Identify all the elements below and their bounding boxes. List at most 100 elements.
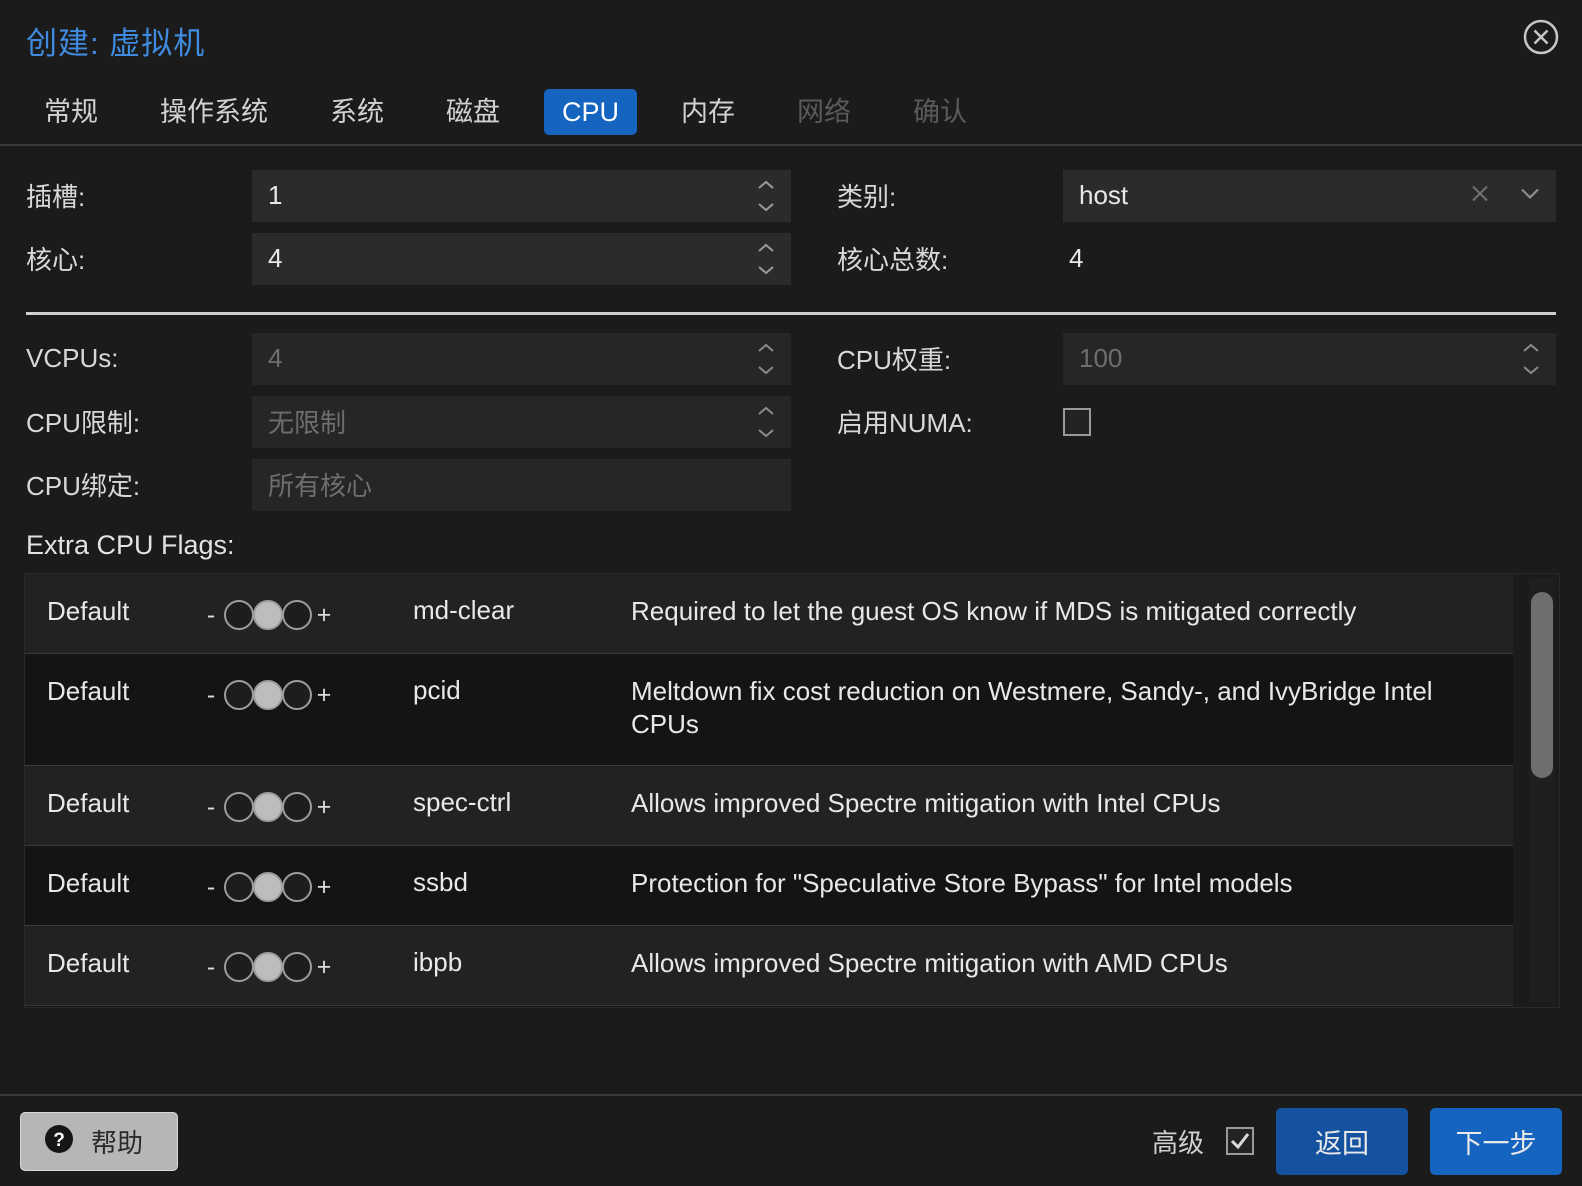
field-vcpus: VCPUs: 4: [26, 331, 791, 386]
cpu-settings-panel: 插槽: 1 类别: host 核心: 4 核心总数: 4 VCPUs: 4 CP…: [0, 146, 1582, 1094]
plus-button[interactable]: +: [316, 794, 332, 820]
cpu-weight-input[interactable]: 100: [1063, 332, 1556, 385]
cpu-affinity-input[interactable]: 所有核心: [252, 458, 791, 511]
plus-button[interactable]: +: [316, 954, 332, 980]
advanced-checkbox[interactable]: [1226, 1127, 1254, 1155]
tristate-on-dot[interactable]: [282, 600, 312, 630]
sockets-stepper[interactable]: [755, 179, 777, 213]
field-sockets: 插槽: 1: [26, 168, 791, 223]
flag-tristate-control[interactable]: - +: [203, 766, 413, 822]
table-row[interactable]: Default - + spec-ctrl Allows improved Sp…: [25, 766, 1513, 846]
close-icon[interactable]: [1468, 181, 1492, 210]
flag-name: spec-ctrl: [413, 787, 512, 817]
flag-default-label: Default: [47, 948, 130, 978]
extra-cpu-flags-label: Extra CPU Flags:: [26, 530, 235, 560]
field-total-cores: 核心总数: 4: [791, 231, 1556, 286]
help-button-label: 帮助: [91, 1127, 144, 1158]
flag-tristate-control[interactable]: - +: [203, 926, 413, 982]
plus-button[interactable]: +: [316, 602, 332, 628]
tab-memory[interactable]: 内存: [663, 89, 753, 135]
sockets-label: 插槽:: [26, 182, 86, 212]
plus-button[interactable]: +: [316, 874, 332, 900]
vcpus-input[interactable]: 4: [252, 332, 791, 385]
page-title: 创建: 虚拟机: [26, 26, 206, 61]
tristate-default-dot[interactable]: [253, 952, 283, 982]
minus-button[interactable]: -: [203, 954, 219, 980]
table-row[interactable]: Default - + ibpb Allows improved Spectre…: [25, 926, 1513, 1006]
category-select[interactable]: host: [1063, 169, 1556, 222]
flag-tristate-control[interactable]: - +: [203, 574, 413, 630]
flag-description: Meltdown fix cost reduction on Westmere,…: [631, 676, 1433, 740]
vcpus-stepper[interactable]: [755, 342, 777, 376]
help-button[interactable]: ? 帮助: [20, 1111, 179, 1171]
minus-button[interactable]: -: [203, 682, 219, 708]
cpu-limit-stepper[interactable]: [755, 405, 777, 439]
tristate-on-dot[interactable]: [282, 952, 312, 982]
dialog-titlebar: 创建: 虚拟机: [0, 0, 1582, 78]
table-row[interactable]: Default - + ssbd Protection for "Specula…: [25, 846, 1513, 926]
field-category: 类别: host: [791, 168, 1556, 223]
enable-numa-label: 启用NUMA:: [837, 408, 973, 438]
table-row[interactable]: Default - + pcid Meltdown fix cost reduc…: [25, 654, 1513, 766]
section-divider: [26, 312, 1556, 315]
tristate-default-dot[interactable]: [253, 872, 283, 902]
total-cores-value: 4: [1069, 243, 1084, 273]
flag-default-label: Default: [47, 788, 130, 818]
cores-input[interactable]: 4: [252, 232, 791, 285]
tristate-off-dot[interactable]: [224, 680, 254, 710]
chevron-down-icon[interactable]: [1518, 185, 1542, 206]
tristate-off-dot[interactable]: [224, 600, 254, 630]
tab-os[interactable]: 操作系统: [142, 89, 286, 135]
flags-scrollbar-thumb[interactable]: [1531, 592, 1553, 778]
tab-confirm: 确认: [913, 96, 968, 127]
tristate-on-dot[interactable]: [282, 680, 312, 710]
flag-description: Allows improved Spectre mitigation with …: [631, 788, 1221, 818]
enable-numa-checkbox[interactable]: [1063, 407, 1091, 436]
cores-stepper[interactable]: [755, 242, 777, 276]
cpu-limit-label: CPU限制:: [26, 408, 141, 438]
flags-list: Default - + md-clear Required to let the…: [25, 574, 1513, 1007]
tristate-on-dot[interactable]: [282, 872, 312, 902]
back-button[interactable]: 返回: [1276, 1107, 1408, 1175]
field-cpu-weight: CPU权重: 100: [791, 331, 1556, 386]
flag-tristate-control[interactable]: - +: [203, 846, 413, 902]
flag-name: pcid: [413, 675, 461, 705]
cpu-weight-stepper[interactable]: [1520, 342, 1542, 376]
minus-button[interactable]: -: [203, 874, 219, 900]
flags-scrollbar[interactable]: [1529, 578, 1555, 1003]
minus-button[interactable]: -: [203, 794, 219, 820]
flag-name: ssbd: [413, 867, 468, 897]
field-enable-numa: 启用NUMA:: [791, 394, 1556, 449]
tristate-default-dot[interactable]: [253, 792, 283, 822]
tristate-on-dot[interactable]: [282, 792, 312, 822]
flag-tristate-control[interactable]: - +: [203, 1006, 413, 1007]
tab-system[interactable]: 系统: [312, 89, 402, 135]
plus-button[interactable]: +: [316, 682, 332, 708]
cores-label: 核心:: [26, 245, 86, 275]
tristate-off-dot[interactable]: [224, 872, 254, 902]
tristate-default-dot[interactable]: [253, 680, 283, 710]
flag-tristate-control[interactable]: - +: [203, 654, 413, 710]
table-row[interactable]: Default - + virt-ssbd Basis for "Specula…: [25, 1006, 1513, 1007]
next-button[interactable]: 下一步: [1430, 1107, 1562, 1175]
field-cpu-affinity: CPU绑定: 所有核心: [26, 457, 791, 512]
tristate-off-dot[interactable]: [224, 952, 254, 982]
close-icon[interactable]: [1520, 16, 1562, 58]
minus-button[interactable]: -: [203, 602, 219, 628]
flag-description: Protection for "Speculative Store Bypass…: [631, 868, 1293, 898]
tab-general[interactable]: 常规: [26, 89, 116, 135]
tab-cpu[interactable]: CPU: [544, 88, 638, 136]
flag-description: Required to let the guest OS know if MDS…: [631, 596, 1357, 626]
tristate-default-dot[interactable]: [253, 600, 283, 630]
svg-text:?: ?: [53, 1130, 65, 1151]
flag-description: Allows improved Spectre mitigation with …: [631, 948, 1228, 978]
vcpus-label: VCPUs:: [26, 343, 119, 373]
cpu-limit-input[interactable]: 无限制: [252, 395, 791, 448]
tab-disks[interactable]: 磁盘: [428, 89, 518, 135]
category-label: 类别:: [837, 182, 897, 212]
table-row[interactable]: Default - + md-clear Required to let the…: [25, 574, 1513, 654]
tristate-off-dot[interactable]: [224, 792, 254, 822]
flag-default-label: Default: [47, 596, 130, 626]
sockets-input[interactable]: 1: [252, 169, 791, 222]
flag-default-label: Default: [47, 868, 130, 898]
